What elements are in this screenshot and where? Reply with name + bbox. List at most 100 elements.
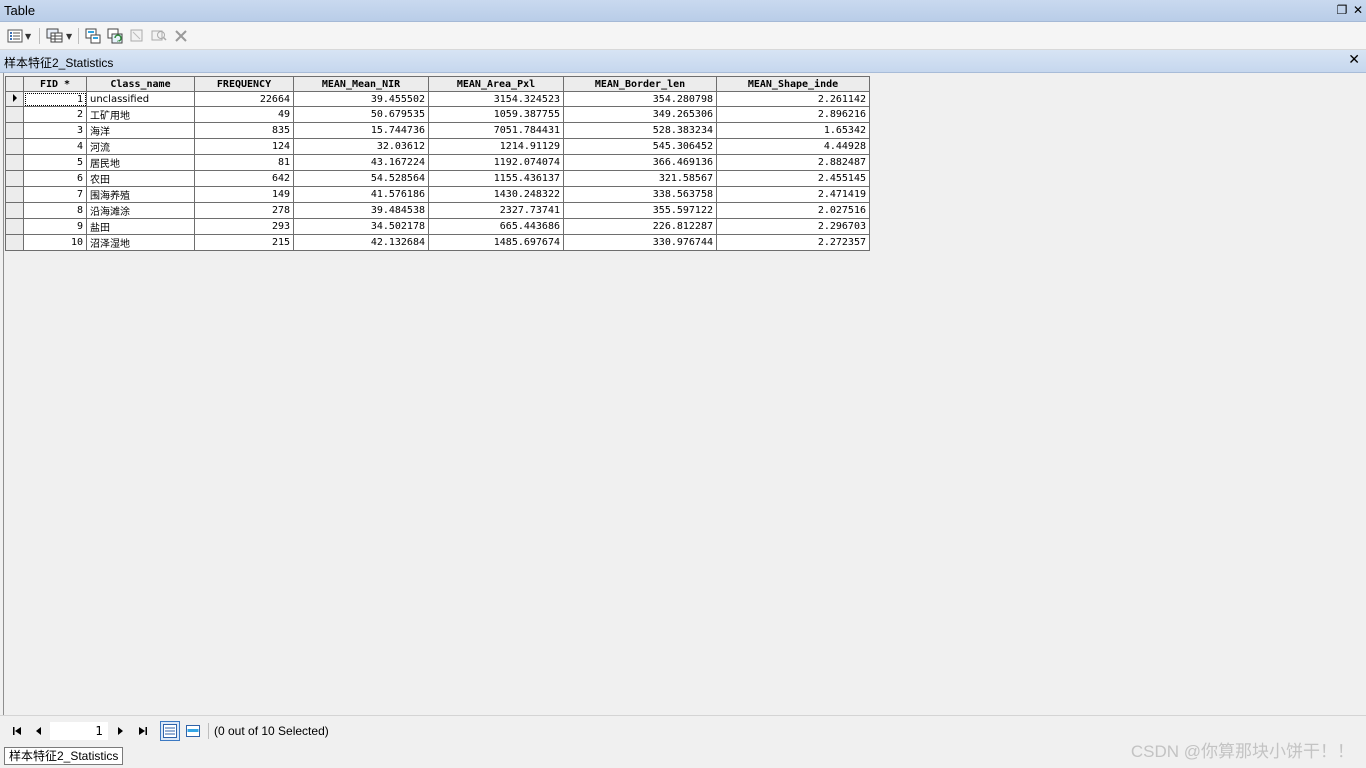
delete-selected-button[interactable] — [174, 27, 188, 45]
frequency-cell[interactable]: 835 — [194, 122, 294, 139]
frequency-cell[interactable]: 124 — [194, 138, 294, 155]
mean-area-cell[interactable]: 1430.248322 — [428, 186, 564, 203]
table-row[interactable]: 8 沿海滩涂 278 39.484538 2327.73741 355.5971… — [5, 202, 870, 219]
class-name-cell[interactable]: 河流 — [86, 138, 195, 155]
mean-nir-cell[interactable]: 39.455502 — [293, 91, 429, 107]
current-record-input[interactable]: 1 — [50, 722, 108, 740]
mean-border-len-cell[interactable]: 355.597122 — [563, 202, 717, 219]
class-name-cell[interactable]: 农田 — [86, 170, 195, 187]
mean-shape-inde-cell[interactable]: 2.296703 — [716, 218, 870, 235]
restore-icon[interactable]: ❐ — [1335, 3, 1349, 17]
next-record-button[interactable] — [113, 723, 129, 739]
row-selector[interactable] — [5, 170, 24, 187]
mean-nir-cell[interactable]: 41.576186 — [293, 186, 429, 203]
frequency-cell[interactable]: 278 — [194, 202, 294, 219]
column-header-mean-nir[interactable]: MEAN_Mean_NIR — [293, 76, 429, 92]
row-selector[interactable] — [5, 234, 24, 251]
class-name-cell[interactable]: unclassified — [86, 91, 195, 107]
mean-nir-cell[interactable]: 39.484538 — [293, 202, 429, 219]
fid-cell[interactable]: 5 — [23, 154, 87, 171]
fid-cell[interactable]: 1 — [23, 91, 87, 107]
mean-nir-cell[interactable]: 15.744736 — [293, 122, 429, 139]
mean-border-len-cell[interactable]: 349.265306 — [563, 106, 717, 123]
mean-nir-cell[interactable]: 34.502178 — [293, 218, 429, 235]
mean-border-len-cell[interactable]: 226.812287 — [563, 218, 717, 235]
mean-shape-inde-cell[interactable]: 2.471419 — [716, 186, 870, 203]
frequency-cell[interactable]: 49 — [194, 106, 294, 123]
table-row[interactable]: 2 工矿用地 49 50.679535 1059.387755 349.2653… — [5, 106, 870, 123]
previous-record-button[interactable] — [31, 723, 47, 739]
row-selector[interactable] — [5, 138, 24, 155]
column-header-fid[interactable]: FID * — [23, 76, 87, 92]
mean-area-cell[interactable]: 1059.387755 — [428, 106, 564, 123]
fid-cell[interactable]: 10 — [23, 234, 87, 251]
row-selector-header[interactable] — [5, 76, 24, 92]
class-name-cell[interactable]: 盐田 — [86, 218, 195, 235]
mean-area-cell[interactable]: 2327.73741 — [428, 202, 564, 219]
fid-cell[interactable]: 7 — [23, 186, 87, 203]
frequency-cell[interactable]: 81 — [194, 154, 294, 171]
table-options-button[interactable]: ▼ — [7, 27, 31, 45]
frequency-cell[interactable]: 642 — [194, 170, 294, 187]
mean-shape-inde-cell[interactable]: 1.65342 — [716, 122, 870, 139]
clear-selection-button[interactable] — [130, 27, 144, 45]
mean-area-cell[interactable]: 3154.324523 — [428, 91, 564, 107]
fid-cell[interactable]: 4 — [23, 138, 87, 155]
mean-area-cell[interactable]: 1485.697674 — [428, 234, 564, 251]
mean-shape-inde-cell[interactable]: 2.455145 — [716, 170, 870, 187]
mean-nir-cell[interactable]: 32.03612 — [293, 138, 429, 155]
mean-shape-inde-cell[interactable]: 2.272357 — [716, 234, 870, 251]
row-selector[interactable] — [5, 186, 24, 203]
class-name-cell[interactable]: 沿海滩涂 — [86, 202, 195, 219]
class-name-cell[interactable]: 海洋 — [86, 122, 195, 139]
row-selector[interactable] — [5, 122, 24, 139]
row-selector[interactable] — [5, 218, 24, 235]
row-selector[interactable] — [5, 202, 24, 219]
row-selector[interactable] — [5, 154, 24, 171]
mean-border-len-cell[interactable]: 354.280798 — [563, 91, 717, 107]
column-header-mean-shape-inde[interactable]: MEAN_Shape_inde — [716, 76, 870, 92]
frequency-cell[interactable]: 149 — [194, 186, 294, 203]
mean-border-len-cell[interactable]: 545.306452 — [563, 138, 717, 155]
table-row[interactable]: 5 居民地 81 43.167224 1192.074074 366.46913… — [5, 154, 870, 171]
mean-shape-inde-cell[interactable]: 2.027516 — [716, 202, 870, 219]
zoom-to-selected-button[interactable] — [151, 27, 167, 45]
fid-cell[interactable]: 3 — [23, 122, 87, 139]
mean-area-cell[interactable]: 1192.074074 — [428, 154, 564, 171]
frequency-cell[interactable]: 22664 — [194, 91, 294, 107]
class-name-cell[interactable]: 沼泽湿地 — [86, 234, 195, 251]
row-selector[interactable] — [5, 106, 24, 123]
mean-border-len-cell[interactable]: 528.383234 — [563, 122, 717, 139]
close-window-icon[interactable]: ✕ — [1351, 3, 1365, 17]
related-tables-button[interactable]: ▼ — [46, 27, 72, 45]
show-all-records-button[interactable] — [160, 721, 180, 741]
mean-border-len-cell[interactable]: 321.58567 — [563, 170, 717, 187]
last-record-button[interactable] — [135, 723, 151, 739]
mean-border-len-cell[interactable]: 330.976744 — [563, 234, 717, 251]
fid-cell[interactable]: 6 — [23, 170, 87, 187]
close-table-icon[interactable]: ✕ — [1348, 52, 1360, 68]
table-row[interactable]: 4 河流 124 32.03612 1214.91129 545.306452 … — [5, 138, 870, 155]
table-tab-bottom[interactable]: 样本特征2_Statistics — [4, 747, 124, 765]
table-row[interactable]: 1 unclassified 22664 39.455502 3154.3245… — [5, 91, 870, 107]
table-row[interactable]: 7 围海养殖 149 41.576186 1430.248322 338.563… — [5, 186, 870, 203]
mean-area-cell[interactable]: 1155.436137 — [428, 170, 564, 187]
table-row[interactable]: 10 沼泽湿地 215 42.132684 1485.697674 330.97… — [5, 234, 870, 251]
fid-cell[interactable]: 2 — [23, 106, 87, 123]
frequency-cell[interactable]: 293 — [194, 218, 294, 235]
table-row[interactable]: 3 海洋 835 15.744736 7051.784431 528.38323… — [5, 122, 870, 139]
fid-cell[interactable]: 9 — [23, 218, 87, 235]
mean-shape-inde-cell[interactable]: 2.882487 — [716, 154, 870, 171]
show-selected-records-button[interactable] — [183, 721, 203, 741]
frequency-cell[interactable]: 215 — [194, 234, 294, 251]
first-record-button[interactable] — [9, 723, 25, 739]
select-by-attributes-button[interactable] — [85, 27, 101, 45]
mean-area-cell[interactable]: 1214.91129 — [428, 138, 564, 155]
mean-nir-cell[interactable]: 54.528564 — [293, 170, 429, 187]
class-name-cell[interactable]: 工矿用地 — [86, 106, 195, 123]
class-name-cell[interactable]: 围海养殖 — [86, 186, 195, 203]
mean-border-len-cell[interactable]: 366.469136 — [563, 154, 717, 171]
fid-cell[interactable]: 8 — [23, 202, 87, 219]
table-row[interactable]: 6 农田 642 54.528564 1155.436137 321.58567… — [5, 170, 870, 187]
mean-shape-inde-cell[interactable]: 2.261142 — [716, 91, 870, 107]
